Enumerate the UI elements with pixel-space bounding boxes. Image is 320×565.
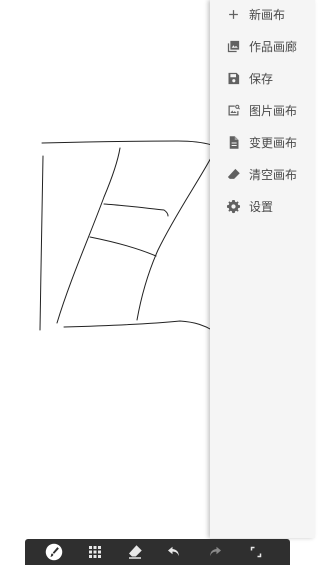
menu-item-new-canvas[interactable]: 新画布 [210, 0, 315, 28]
sketch-stroke [56, 147, 121, 324]
grid-icon [89, 546, 101, 558]
plus-icon [226, 7, 241, 22]
sketch-stroke [41, 140, 213, 146]
sketch-stroke [103, 203, 169, 217]
menu-item-label: 保存 [249, 71, 274, 86]
undo-button[interactable] [159, 539, 189, 565]
menu-item-settings[interactable]: 设置 [210, 192, 315, 220]
side-menu-panel: 新画布 作品画廊 保存 图片画布 变更画布 清空画布 设置 [210, 0, 315, 538]
sketch-stroke [136, 155, 213, 321]
image-canvas-icon [226, 103, 241, 118]
gallery-icon [226, 39, 241, 54]
undo-icon [168, 546, 179, 557]
menu-item-label: 变更画布 [249, 135, 298, 150]
eraser-icon [129, 545, 142, 559]
menu-item-image-canvas[interactable]: 图片画布 [210, 96, 315, 124]
eraser-tool-button[interactable] [120, 539, 150, 565]
sketch-stroke [63, 320, 213, 331]
sketch-stroke [39, 155, 44, 331]
menu-item-gallery[interactable]: 作品画廊 [210, 32, 315, 60]
menu-item-clear-canvas[interactable]: 清空画布 [210, 160, 315, 188]
brush-tool-button[interactable] [39, 539, 69, 565]
menu-item-save[interactable]: 保存 [210, 64, 315, 92]
menu-item-label: 设置 [249, 199, 274, 214]
bottom-toolbar [25, 539, 290, 565]
sketch-stroke [89, 236, 157, 257]
gear-icon [226, 199, 241, 214]
menu-item-label: 清空画布 [249, 167, 298, 182]
redo-button[interactable] [200, 539, 230, 565]
menu-item-label: 作品画廊 [249, 39, 298, 54]
fullscreen-icon [250, 546, 262, 558]
grid-tool-button[interactable] [80, 539, 110, 565]
save-icon [226, 71, 241, 86]
menu-item-label: 新画布 [249, 7, 286, 22]
menu-item-label: 图片画布 [249, 103, 298, 118]
file-icon [226, 135, 241, 150]
fullscreen-button[interactable] [241, 539, 271, 565]
redo-icon [210, 546, 221, 557]
brush-icon [45, 543, 63, 561]
eraser-icon [226, 167, 241, 182]
menu-item-change-canvas[interactable]: 变更画布 [210, 128, 315, 156]
